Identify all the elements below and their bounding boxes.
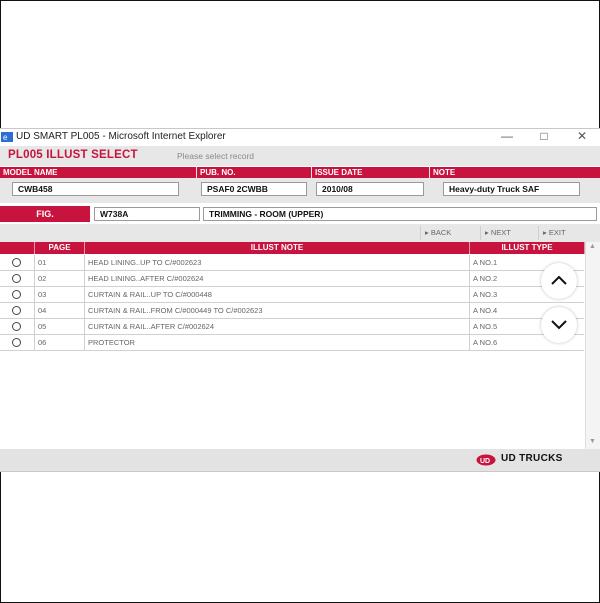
select-column-header xyxy=(0,242,35,254)
scroll-up-button[interactable] xyxy=(541,263,577,299)
row-note: PROTECTOR xyxy=(85,335,470,350)
fig-code-field: W738A xyxy=(94,207,200,221)
chevron-up-icon xyxy=(551,275,567,285)
fig-row: FIG. W738A TRIMMING - ROOM (UPPER) xyxy=(0,206,600,222)
note-field: Heavy-duty Truck SAF xyxy=(443,182,580,196)
page-subtitle: Please select record xyxy=(177,151,255,161)
table-row[interactable]: 06 PROTECTOR A NO.6 xyxy=(0,335,584,351)
browser-window: e UD SMART PL005 - Microsoft Internet Ex… xyxy=(0,128,600,472)
next-label: NEXT xyxy=(490,228,511,237)
fig-label: FIG. xyxy=(0,206,90,222)
page-title: PL005 ILLUST SELECT xyxy=(8,149,138,161)
issue-date-field: 2010/08 xyxy=(316,182,424,196)
nav-toolbar: ▸ BACK ▸ NEXT ▸ EXIT xyxy=(0,224,600,242)
window-title: UD SMART PL005 - Microsoft Internet Expl… xyxy=(16,131,226,142)
close-button[interactable]: ✕ xyxy=(572,129,592,144)
ud-logo-icon: UD xyxy=(476,454,496,466)
row-page: 03 xyxy=(35,287,85,302)
ud-logo-text: UD xyxy=(480,458,490,465)
model-name-label: MODEL NAME xyxy=(0,167,196,178)
scroll-up-icon[interactable]: ▲ xyxy=(589,243,596,250)
table-row[interactable]: 05 CURTAIN & RAIL..AFTER C/#002624 A NO.… xyxy=(0,319,584,335)
next-button[interactable]: ▸ NEXT xyxy=(480,226,536,240)
page-column-header: PAGE xyxy=(35,242,85,254)
arrow-right-icon: ▸ xyxy=(543,228,547,237)
table-row[interactable]: 03 CURTAIN & RAIL..UP TO C/#000448 A NO.… xyxy=(0,287,584,303)
back-label: BACK xyxy=(430,228,452,237)
arrow-right-icon: ▸ xyxy=(425,228,429,237)
window-titlebar: e UD SMART PL005 - Microsoft Internet Ex… xyxy=(0,129,600,145)
type-column-header: ILLUST TYPE xyxy=(470,242,585,254)
info-fields: MODEL NAME CWB458 PUB. NO. PSAF0 2CWBB I… xyxy=(0,167,600,203)
row-note: CURTAIN & RAIL..UP TO C/#000448 xyxy=(85,287,470,302)
arrow-right-icon: ▸ xyxy=(485,228,489,237)
pub-no-field: PSAF0 2CWBB xyxy=(201,182,307,196)
row-page: 04 xyxy=(35,303,85,318)
vertical-scrollbar[interactable]: ▲ ▼ xyxy=(585,242,600,449)
issue-date-label: ISSUE DATE xyxy=(312,167,429,178)
table-row[interactable]: 02 HEAD LINING..AFTER C/#002624 A NO.2 xyxy=(0,271,584,287)
ie-icon: e xyxy=(1,132,13,142)
row-page: 06 xyxy=(35,335,85,350)
table-row[interactable]: 04 CURTAIN & RAIL..FROM C/#000449 TO C/#… xyxy=(0,303,584,319)
footer-brand: UD TRUCKS xyxy=(501,453,563,464)
pub-no-label: PUB. NO. xyxy=(197,167,311,178)
exit-button[interactable]: ▸ EXIT xyxy=(538,226,588,240)
minimize-button[interactable]: — xyxy=(497,129,517,144)
row-note: CURTAIN & RAIL..FROM C/#000449 TO C/#002… xyxy=(85,303,470,318)
maximize-button[interactable]: □ xyxy=(534,129,554,144)
row-page: 05 xyxy=(35,319,85,334)
scroll-down-button[interactable] xyxy=(541,307,577,343)
row-page: 02 xyxy=(35,271,85,286)
footer: UD UD TRUCKS xyxy=(0,449,600,471)
chevron-down-icon xyxy=(551,320,567,330)
fig-description-field: TRIMMING - ROOM (UPPER) xyxy=(203,207,597,221)
svg-text:e: e xyxy=(3,133,8,142)
exit-label: EXIT xyxy=(548,228,566,237)
note-column-header: ILLUST NOTE xyxy=(85,242,470,254)
table-row[interactable]: 01 HEAD LINING..UP TO C/#002623 A NO.1 xyxy=(0,255,584,271)
note-label: NOTE xyxy=(430,167,600,178)
row-page: 01 xyxy=(35,255,85,270)
model-name-field: CWB458 xyxy=(12,182,179,196)
scroll-down-icon[interactable]: ▼ xyxy=(589,438,596,445)
row-note: HEAD LINING..UP TO C/#002623 xyxy=(85,255,470,270)
row-note: CURTAIN & RAIL..AFTER C/#002624 xyxy=(85,319,470,334)
illust-table: PAGE ILLUST NOTE ILLUST TYPE 01 HEAD LIN… xyxy=(0,242,600,449)
row-note: HEAD LINING..AFTER C/#002624 xyxy=(85,271,470,286)
page-header: PL005 ILLUST SELECT Please select record xyxy=(0,146,600,166)
back-button[interactable]: ▸ BACK xyxy=(420,226,476,240)
